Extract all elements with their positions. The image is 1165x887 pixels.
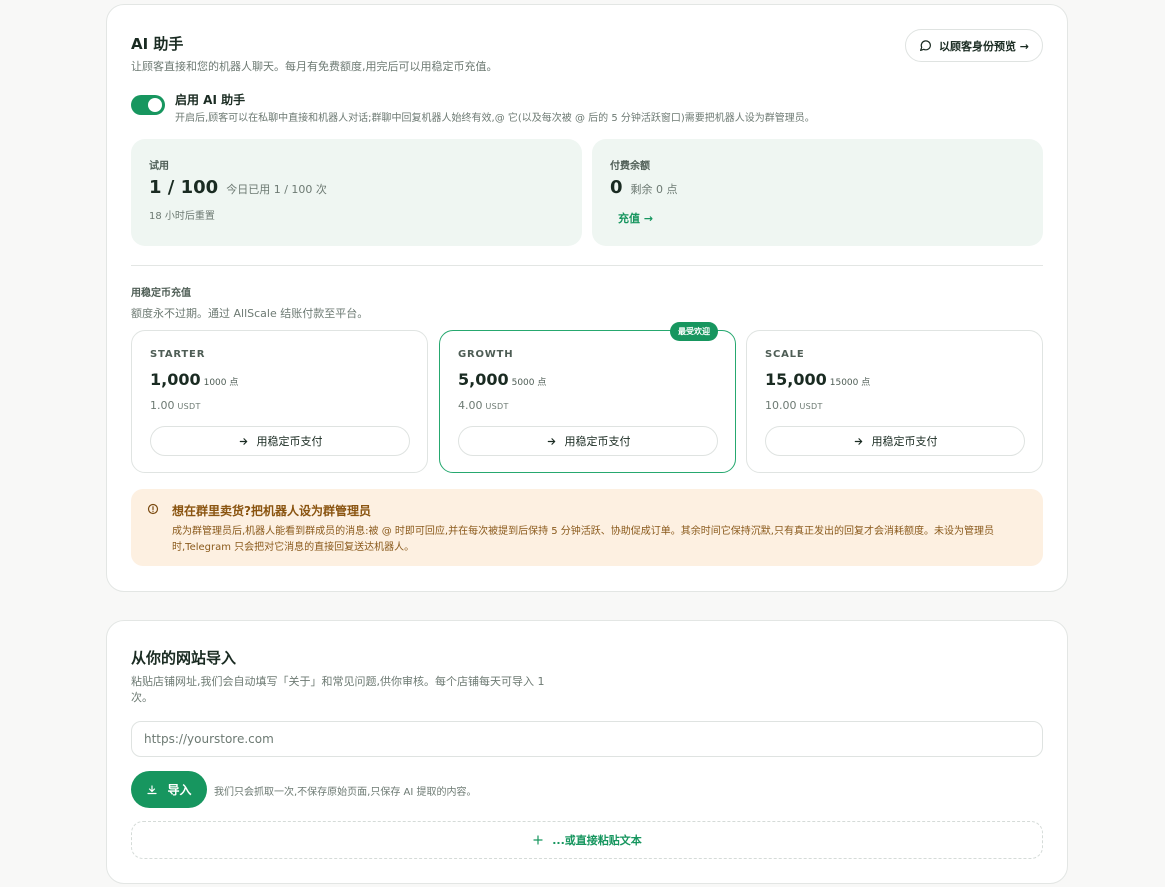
recharge-title: 用稳定币充值 [131,288,191,299]
plan-name: STARTER [150,349,206,360]
paste-text-button[interactable]: ...或直接粘贴文本 [131,821,1043,859]
alert-circle-icon [147,503,159,515]
paid-balance-card: 付费余额 0 剩余 0 点 充值 → [592,139,1043,246]
chat-bubble-icon [919,39,932,52]
trial-label: 试用 [149,161,169,172]
plan-points-note: 15000 点 [829,378,871,388]
import-title: 从你的网站导入 [131,649,237,667]
pay-button-label: 用稳定币支付 [256,435,323,448]
toggle-knob [148,98,162,112]
paid-balance-note: 剩余 0 点 [630,183,678,196]
arrow-right-icon [546,436,557,447]
recharge-subtitle: 额度永不过期。通过 AllScale 结账付款至平台。 [131,307,369,320]
notice-body: 成为群管理员后,机器人能看到群成员的消息:被 @ 时即可回应,并在每次被提到后保… [172,526,994,553]
arrow-right-icon [238,436,249,447]
download-icon [146,784,158,796]
plan-price: 4.00 [458,399,483,412]
import-note: 我们只会抓取一次,不保存原始页面,只保存 AI 提取的内容。 [214,787,477,798]
plus-icon [532,834,544,846]
import-subtitle-line2: 次。 [131,691,153,704]
plan-currency: USDT [485,402,509,411]
import-button[interactable]: 导入 [131,771,207,808]
preview-button-label: 以顾客身份预览 → [938,39,1030,53]
pay-with-stablecoin-button-starter[interactable]: 用稳定币支付 [150,426,410,456]
plan-card-growth: 最受欢迎 GROWTH 5,000 5000 点 4.00 USDT 用稳定币支付 [439,322,736,473]
enable-ai-label: 启用 AI 助手 [175,93,246,107]
arrow-right-icon [853,436,864,447]
paid-balance-label: 付费余额 [610,161,650,172]
plan-price: 10.00 [765,399,797,412]
import-subtitle-line1: 粘贴店铺网址,我们会自动填写「关于」和常见问题,供你审核。每个店铺每天可导入 1 [131,675,545,688]
plan-points-note: 1000 点 [203,378,239,388]
recharge-link[interactable]: 充值 → [618,210,653,226]
notice-title: 想在群里卖货?把机器人设为群管理员 [172,504,371,518]
preview-as-customer-button[interactable]: 以顾客身份预览 → [905,29,1043,62]
paid-balance-value: 0 [610,177,623,198]
plan-card-scale: SCALE 15,000 15000 点 10.00 USDT 用稳定币支付 [746,330,1043,473]
enable-ai-toggle[interactable] [131,95,165,115]
ai-assistant-title: AI 助手 [131,35,184,53]
plan-currency: USDT [799,402,823,411]
paste-text-label: ...或直接粘贴文本 [552,834,642,847]
plan-points: 5,000 [458,370,509,389]
pay-with-stablecoin-button-scale[interactable]: 用稳定币支付 [765,426,1025,456]
most-popular-badge: 最受欢迎 [670,322,718,341]
ai-assistant-card: AI 助手 让顾客直接和您的机器人聊天。每月有免费额度,用完后可以用稳定币充值。… [106,4,1068,592]
pay-button-label: 用稳定币支付 [871,435,938,448]
plan-name: SCALE [765,349,805,360]
trial-usage-note: 今日已用 1 / 100 次 [226,183,327,196]
plan-name: GROWTH [458,349,514,360]
plan-price: 1.00 [150,399,175,412]
plan-card-starter: STARTER 1,000 1000 点 1.00 USDT 用稳定币支付 [131,330,428,473]
admin-notice: 想在群里卖货?把机器人设为群管理员 成为群管理员后,机器人能看到群成员的消息:被… [131,489,1043,566]
plan-currency: USDT [177,402,201,411]
trial-reset-note: 18 小时后重置 [149,211,215,222]
trial-value: 1 / 100 [149,177,219,198]
import-button-label: 导入 [167,783,192,797]
website-import-card: 从你的网站导入 粘贴店铺网址,我们会自动填写「关于」和常见问题,供你审核。每个店… [106,620,1068,884]
ai-assistant-subtitle: 让顾客直接和您的机器人聊天。每月有免费额度,用完后可以用稳定币充值。 [131,60,498,73]
trial-stat-card: 试用 1 / 100 今日已用 1 / 100 次 18 小时后重置 [131,139,582,246]
pay-button-label: 用稳定币支付 [564,435,631,448]
plan-points: 15,000 [765,370,827,389]
enable-ai-description: 开启后,顾客可以在私聊中直接和机器人对话;群聊中回复机器人始终有效,@ 它(以及… [175,113,815,124]
plan-points: 1,000 [150,370,201,389]
section-divider [131,265,1043,266]
plan-points-note: 5000 点 [511,378,547,388]
store-url-input[interactable] [131,721,1043,757]
pay-with-stablecoin-button-growth[interactable]: 用稳定币支付 [458,426,718,456]
